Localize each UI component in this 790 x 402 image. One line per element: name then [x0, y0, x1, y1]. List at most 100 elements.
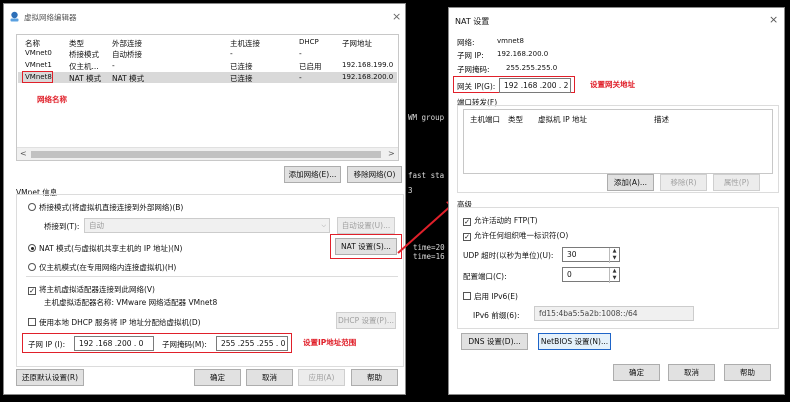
- scroll-left-icon[interactable]: <: [20, 149, 27, 158]
- close-icon[interactable]: ×: [392, 10, 401, 23]
- column-header[interactable]: 主机端口: [470, 114, 500, 125]
- spinner-icon[interactable]: ▲ ▼: [609, 268, 619, 283]
- scroll-right-icon[interactable]: >: [388, 149, 395, 158]
- help-button[interactable]: 帮助: [351, 369, 398, 386]
- checkbox-checked-icon[interactable]: ✓: [28, 287, 36, 295]
- ok-button[interactable]: 确定: [613, 364, 660, 381]
- table-row[interactable]: VMnet1 仅主机... - 已连接 已启用 192.168.199.0: [18, 60, 397, 71]
- cell: VMnet0: [25, 49, 52, 57]
- dialog-title: NAT 设置: [455, 17, 490, 26]
- bridge-mode-radio[interactable]: 桥接模式(将虚拟机直接连接到外部网络)(B): [28, 202, 183, 213]
- divider: [26, 276, 398, 277]
- scrollbar-thumb[interactable]: [31, 151, 381, 158]
- connect-adapter-label: 将主机虚拟适配器连接到此网络(V): [39, 285, 155, 294]
- cell: 192.168.199.0: [342, 61, 394, 69]
- nat-settings-dialog: NAT 设置 × 网络: vmnet8 子网 IP: 192.168.200.0…: [448, 7, 785, 395]
- subnet-mask-label: 子网掩码(M):: [162, 340, 207, 349]
- pf-properties-button[interactable]: 属性(P): [713, 174, 760, 191]
- network-list[interactable]: 名称 类型 外部连接 主机连接 DHCP 子网地址 VMnet0 桥接模式 自动…: [16, 34, 399, 161]
- checkbox-checked-icon[interactable]: ✓: [463, 233, 471, 241]
- subnet-mask-input[interactable]: 255 .255 .255 . 0: [216, 336, 288, 351]
- cell: -: [112, 61, 115, 70]
- help-button[interactable]: 帮助: [724, 364, 771, 381]
- cell: NAT 模式: [112, 74, 145, 83]
- gateway-ip-input[interactable]: 192 .168 .200 . 2: [499, 78, 571, 93]
- nat-mode-radio[interactable]: NAT 模式(与虚拟机共享主机的 IP 地址)(N): [28, 243, 182, 254]
- annotation-gateway: 设置网关地址: [590, 80, 635, 89]
- table-row-selected[interactable]: VMnet8 NAT 模式 NAT 模式 已连接 - 192.168.200.0: [18, 72, 397, 83]
- allow-uuid-checkbox[interactable]: ✓ 允许任何组织唯一标识符(O): [463, 230, 568, 241]
- auto-settings-button[interactable]: 自动设置(U)...: [337, 217, 395, 234]
- bridge-mode-label: 桥接模式(将虚拟机直接连接到外部网络)(B): [39, 203, 184, 212]
- allow-ftp-checkbox[interactable]: ✓ 允许活动的 FTP(T): [463, 215, 538, 226]
- bridge-to-value: 自动: [89, 221, 104, 230]
- cell: 桥接模式: [69, 50, 99, 59]
- column-header-dhcp[interactable]: DHCP: [299, 38, 319, 46]
- column-header[interactable]: 描述: [654, 114, 669, 125]
- annotation-subnet-range: 设置IP地址范围: [303, 338, 357, 347]
- subnet-ip-input[interactable]: 192 .168 .200 . 0: [74, 336, 154, 351]
- host-only-radio[interactable]: 仅主机模式(在专用网络内连接虚拟机)(H): [28, 262, 176, 273]
- connect-adapter-checkbox[interactable]: ✓ 将主机虚拟适配器连接到此网络(V): [28, 284, 155, 295]
- use-dhcp-checkbox[interactable]: 使用本地 DHCP 服务将 IP 地址分配给虚拟机(D): [28, 317, 201, 328]
- add-network-button[interactable]: 添加网络(E)...: [284, 166, 341, 183]
- nat-settings-button[interactable]: NAT 设置(S)...: [335, 238, 397, 255]
- cell: 仅主机...: [69, 62, 99, 71]
- name-highlight-box: [22, 71, 53, 83]
- udp-timeout-input[interactable]: 30 ▲ ▼: [562, 247, 620, 263]
- bridge-to-select[interactable]: 自动 ⌵: [84, 218, 330, 233]
- close-icon[interactable]: ×: [769, 13, 778, 26]
- cell: VMnet1: [25, 61, 52, 69]
- column-header[interactable]: 虚拟机 IP 地址: [538, 114, 587, 125]
- vmware-app-icon: [9, 11, 20, 22]
- cell: -: [230, 49, 233, 58]
- checkbox-checked-icon[interactable]: ✓: [463, 218, 471, 226]
- terminal-text: 3: [408, 186, 413, 195]
- checkbox-icon[interactable]: [463, 292, 471, 300]
- virtual-network-editor-window: 虚拟网络编辑器 × 名称 类型 外部连接 主机连接 DHCP 子网地址 VMne…: [3, 3, 406, 395]
- port-forward-list[interactable]: 主机端口 类型 虚拟机 IP 地址 描述: [463, 109, 773, 174]
- table-row[interactable]: VMnet0 桥接模式 自动桥接 - -: [18, 48, 397, 59]
- udp-timeout-label: UDP 超时(以秒为单位)(U):: [463, 251, 554, 260]
- cancel-button[interactable]: 取消: [246, 369, 293, 386]
- gateway-label: 网关 IP(G):: [457, 82, 496, 91]
- cancel-button[interactable]: 取消: [668, 364, 715, 381]
- ok-button[interactable]: 确定: [194, 369, 241, 386]
- radio-icon[interactable]: [28, 263, 36, 271]
- window-title: 虚拟网络编辑器: [24, 13, 77, 22]
- remove-network-button[interactable]: 移除网络(O): [347, 166, 402, 183]
- subnet-mask-label: 子网掩码:: [457, 65, 490, 74]
- pf-remove-button[interactable]: 移除(R): [660, 174, 707, 191]
- enable-ipv6-checkbox[interactable]: 启用 IPv6(E): [463, 291, 518, 302]
- adapter-name-text: 主机虚拟适配器名称: VMware 网络适配器 VMnet8: [44, 298, 218, 307]
- enable-ipv6-label: 启用 IPv6(E): [474, 292, 518, 301]
- allow-uuid-label: 允许任何组织唯一标识符(O): [474, 231, 569, 240]
- radio-selected-icon[interactable]: [28, 244, 36, 252]
- udp-timeout-value: 30: [567, 250, 577, 259]
- horizontal-scrollbar[interactable]: < >: [17, 147, 398, 160]
- network-label: 网络:: [457, 38, 475, 47]
- column-header[interactable]: 类型: [508, 114, 523, 125]
- config-port-label: 配置端口(C):: [463, 272, 507, 281]
- dhcp-settings-button[interactable]: DHCP 设置(P)...: [336, 312, 396, 329]
- cell: 已启用: [299, 62, 322, 71]
- radio-icon[interactable]: [28, 203, 36, 211]
- config-port-value: 0: [567, 270, 572, 279]
- subnet-ip-label: 子网 IP (I):: [28, 340, 66, 349]
- restore-defaults-button[interactable]: 还原默认设置(R): [16, 369, 84, 386]
- apply-button[interactable]: 应用(A): [298, 369, 345, 386]
- checkbox-icon[interactable]: [28, 318, 36, 326]
- pf-add-button[interactable]: 添加(A)...: [607, 174, 654, 191]
- nat-mode-label: NAT 模式(与虚拟机共享主机的 IP 地址)(N): [39, 244, 183, 253]
- allow-ftp-label: 允许活动的 FTP(T): [474, 216, 538, 225]
- chevron-down-icon[interactable]: ⌵: [321, 219, 326, 232]
- subnet-ip-value: 192.168.200.0: [497, 50, 549, 58]
- spinner-icon[interactable]: ▲ ▼: [609, 248, 619, 263]
- dns-settings-button[interactable]: DNS 设置(D)...: [461, 333, 528, 350]
- netbios-settings-button[interactable]: NetBIOS 设置(N)...: [538, 333, 611, 350]
- config-port-input[interactable]: 0 ▲ ▼: [562, 267, 620, 283]
- cell: -: [299, 73, 302, 82]
- subnet-ip-label: 子网 IP:: [457, 51, 484, 60]
- ipv6-prefix-input[interactable]: fd15:4ba5:5a2b:1008::/64: [534, 306, 694, 321]
- bridge-to-label: 桥接到(T):: [44, 222, 80, 231]
